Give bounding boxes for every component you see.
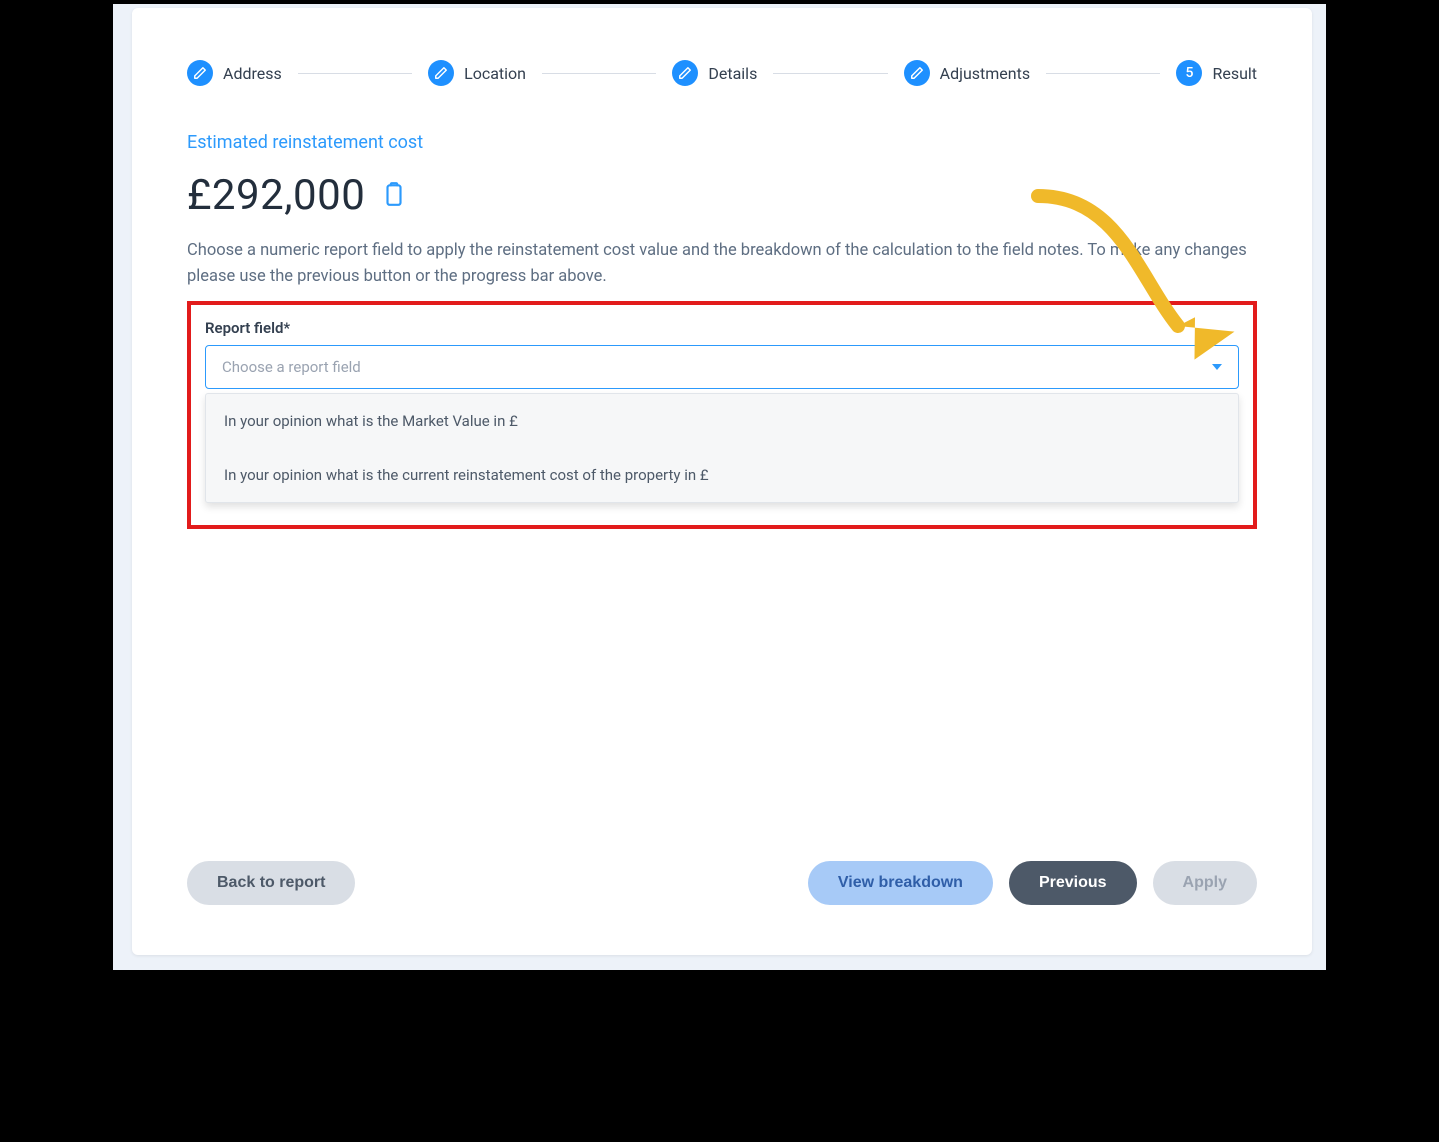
step-connector — [773, 73, 887, 74]
footer-buttons: Back to report View breakdown Previous A… — [187, 861, 1257, 905]
report-field-option[interactable]: In your opinion what is the Market Value… — [206, 394, 1238, 448]
step-number-icon: 5 — [1176, 60, 1202, 86]
select-placeholder: Choose a report field — [222, 358, 361, 376]
pencil-icon — [672, 60, 698, 86]
step-location[interactable]: Location — [428, 60, 526, 86]
progress-stepper: Address Location Details A — [187, 60, 1257, 86]
pencil-icon — [187, 60, 213, 86]
step-address[interactable]: Address — [187, 60, 282, 86]
report-field-select[interactable]: Choose a report field — [205, 345, 1239, 389]
report-field-highlight: Report field* Choose a report field In y… — [187, 301, 1257, 529]
report-field-option[interactable]: In your opinion what is the current rein… — [206, 448, 1238, 502]
result-card: Address Location Details A — [132, 8, 1312, 955]
step-label: Details — [708, 64, 757, 83]
report-field-label: Report field* — [205, 319, 1239, 337]
step-details[interactable]: Details — [672, 60, 757, 86]
section-description: Choose a numeric report field to apply t… — [187, 238, 1247, 289]
step-label: Result — [1212, 64, 1257, 83]
pencil-icon — [904, 60, 930, 86]
apply-button[interactable]: Apply — [1153, 861, 1257, 905]
report-field-dropdown: In your opinion what is the Market Value… — [205, 393, 1239, 503]
pencil-icon — [428, 60, 454, 86]
clipboard-icon[interactable] — [381, 181, 407, 211]
chevron-down-icon — [1212, 364, 1222, 370]
step-result[interactable]: 5 Result — [1176, 60, 1257, 86]
step-adjustments[interactable]: Adjustments — [904, 60, 1030, 86]
step-connector — [542, 73, 656, 74]
section-title: Estimated reinstatement cost — [187, 132, 1257, 153]
step-connector — [298, 73, 412, 74]
step-connector — [1046, 73, 1160, 74]
reinstatement-cost-value: £292,000 — [187, 171, 365, 220]
view-breakdown-button[interactable]: View breakdown — [808, 861, 993, 905]
step-label: Address — [223, 64, 282, 83]
step-label: Location — [464, 64, 526, 83]
step-label: Adjustments — [940, 64, 1030, 83]
back-to-report-button[interactable]: Back to report — [187, 861, 355, 905]
previous-button[interactable]: Previous — [1009, 861, 1137, 905]
